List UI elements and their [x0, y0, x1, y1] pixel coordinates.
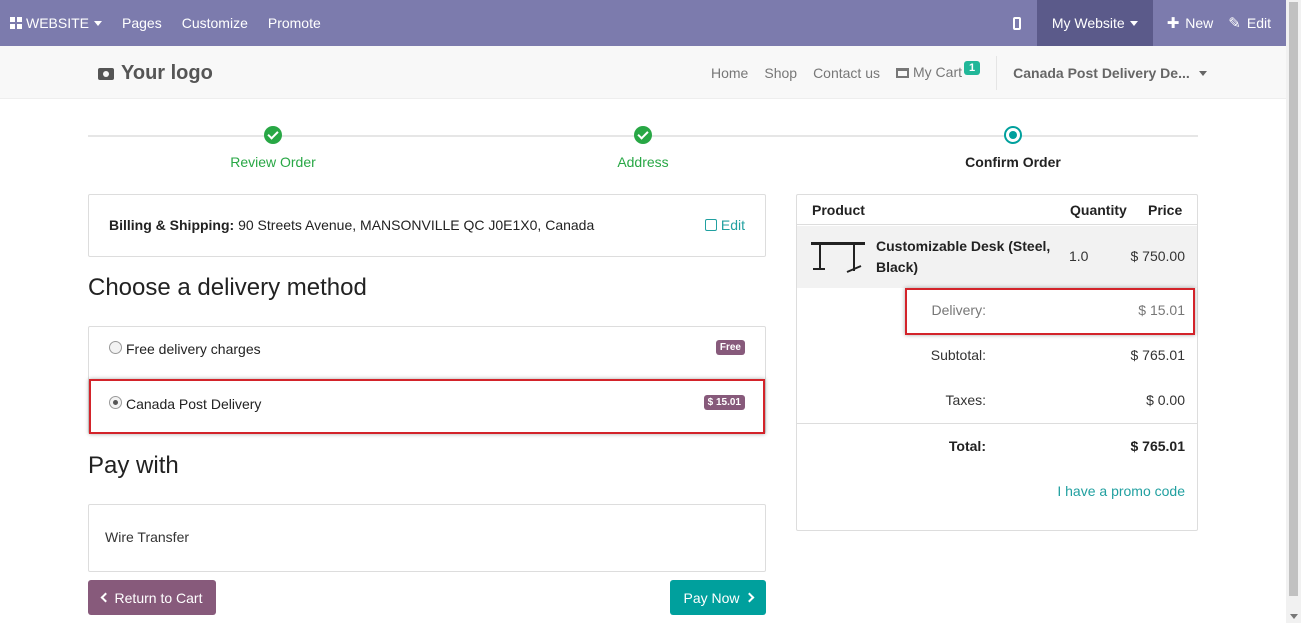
admin-top-bar: WEBSITE Pages Customize Promote My Websi…	[0, 0, 1286, 46]
delivery-method-heading: Choose a delivery method	[88, 274, 367, 301]
subtotal-row: Subtotal: $ 765.01	[797, 333, 1197, 378]
radio-button[interactable]	[109, 341, 122, 354]
edit-label: Edit	[1246, 15, 1271, 31]
payment-method-box[interactable]: Wire Transfer	[88, 504, 766, 572]
desk-product-image	[811, 242, 865, 273]
checkout-progress: Review Order Address Confirm Order	[88, 126, 1198, 176]
nav-divider	[996, 55, 998, 90]
delivery-option-free[interactable]: Free delivery charges Free	[89, 327, 765, 380]
apps-grid-icon	[10, 17, 22, 29]
payment-method-label: Wire Transfer	[105, 529, 190, 545]
caret-down-icon	[1198, 71, 1207, 77]
col-price: Price	[1148, 202, 1183, 218]
caret-down-icon	[1129, 20, 1138, 26]
logo-text: Your logo	[121, 62, 213, 84]
col-product: Product	[812, 202, 865, 218]
chevron-left-icon	[100, 592, 110, 603]
total-row: Total: $ 765.01	[797, 423, 1197, 469]
step-confirm-order: Confirm Order	[913, 126, 1113, 170]
subtotal-label: Subtotal:	[930, 347, 986, 363]
delivery-option-label: Free delivery charges	[126, 341, 261, 357]
cart-label: My Cart	[913, 64, 962, 80]
edit-icon	[704, 219, 717, 231]
price-badge: Free	[715, 340, 745, 355]
website-menu[interactable]: WEBSITE	[0, 0, 112, 46]
total-value: $ 765.01	[1130, 438, 1186, 454]
check-circle-icon	[634, 126, 652, 144]
new-button[interactable]: ✚ New	[1153, 0, 1228, 46]
website-menu-label: WEBSITE	[26, 15, 90, 31]
step-address[interactable]: Address	[543, 126, 743, 170]
my-website-dropdown[interactable]: My Website	[1036, 0, 1153, 46]
product-price: $ 750.00	[1130, 248, 1186, 264]
step-label: Address	[617, 154, 669, 170]
caret-down-icon	[94, 20, 103, 26]
main-nav: Home Shop Contact us My Cart 1 Canada Pos…	[703, 46, 1215, 99]
site-header: Your logo Home Shop Contact us My Cart 1 …	[0, 46, 1286, 99]
nav-my-cart[interactable]: My Cart 1	[888, 61, 988, 81]
cart-icon	[896, 68, 909, 78]
scroll-down-arrow-icon[interactable]	[1290, 614, 1298, 619]
current-step-icon	[1004, 126, 1022, 144]
step-review-order[interactable]: Review Order	[173, 126, 373, 170]
step-label: Review Order	[230, 154, 316, 170]
total-label: Total:	[948, 438, 986, 454]
taxes-row: Taxes: $ 0.00	[797, 378, 1197, 423]
pencil-icon: ✎	[1228, 15, 1241, 32]
product-quantity: 1.0	[1069, 248, 1089, 264]
chevron-right-icon	[744, 592, 754, 603]
highlight-box	[89, 379, 765, 434]
return-to-cart-button[interactable]: Return to Cart	[88, 580, 216, 615]
new-label: New	[1185, 15, 1214, 31]
site-logo[interactable]: Your logo	[98, 62, 213, 85]
edit-address-link[interactable]: Edit	[704, 217, 745, 233]
menu-customize[interactable]: Customize	[172, 0, 258, 46]
pay-with-heading: Pay with	[88, 452, 179, 479]
billing-label: Billing & Shipping:	[109, 217, 235, 233]
taxes-label: Taxes:	[945, 392, 986, 408]
my-website-label: My Website	[1051, 15, 1125, 31]
delivery-dropdown-label: Canada Post Delivery De...	[1013, 64, 1190, 81]
pay-now-button[interactable]: Pay Now	[670, 580, 766, 615]
menu-pages[interactable]: Pages	[112, 0, 172, 46]
pay-now-label: Pay Now	[683, 589, 740, 606]
cart-count-badge: 1	[964, 61, 981, 75]
edit-button[interactable]: ✎ Edit	[1227, 0, 1286, 46]
product-row: Customizable Desk (Steel, Black) 1.0 $ 7…	[797, 226, 1197, 288]
delivery-dropdown[interactable]: Canada Post Delivery De...	[1005, 65, 1215, 81]
scrollbar-thumb[interactable]	[1289, 2, 1298, 596]
step-label: Confirm Order	[965, 154, 1061, 170]
nav-shop[interactable]: Shop	[756, 65, 805, 81]
mobile-icon	[1012, 16, 1021, 30]
taxes-value: $ 0.00	[1146, 392, 1185, 408]
return-to-cart-label: Return to Cart	[114, 589, 203, 606]
order-summary: Product Quantity Price Customizable Desk…	[796, 194, 1198, 531]
camera-icon	[98, 67, 114, 80]
promo-code-link[interactable]: I have a promo code	[1057, 483, 1185, 499]
billing-address-text: 90 Streets Avenue, MANSONVILLE QC J0E1X0…	[234, 217, 595, 233]
check-circle-icon	[264, 126, 282, 144]
mobile-preview-button[interactable]	[997, 0, 1037, 46]
billing-shipping-box: Billing & Shipping: 90 Streets Avenue, M…	[88, 194, 766, 257]
summary-header: Product Quantity Price	[797, 195, 1197, 225]
billing-address: Billing & Shipping: 90 Streets Avenue, M…	[109, 217, 594, 233]
menu-promote[interactable]: Promote	[258, 0, 331, 46]
product-name: Customizable Desk (Steel, Black)	[876, 238, 1051, 275]
subtotal-value: $ 765.01	[1130, 347, 1186, 363]
nav-home[interactable]: Home	[703, 65, 756, 81]
vertical-scrollbar[interactable]	[1286, 0, 1301, 623]
col-quantity: Quantity	[1070, 202, 1127, 218]
highlight-box	[905, 288, 1195, 335]
nav-contact-us[interactable]: Contact us	[805, 65, 888, 81]
edit-address-label: Edit	[720, 217, 745, 233]
plus-icon: ✚	[1166, 15, 1180, 32]
